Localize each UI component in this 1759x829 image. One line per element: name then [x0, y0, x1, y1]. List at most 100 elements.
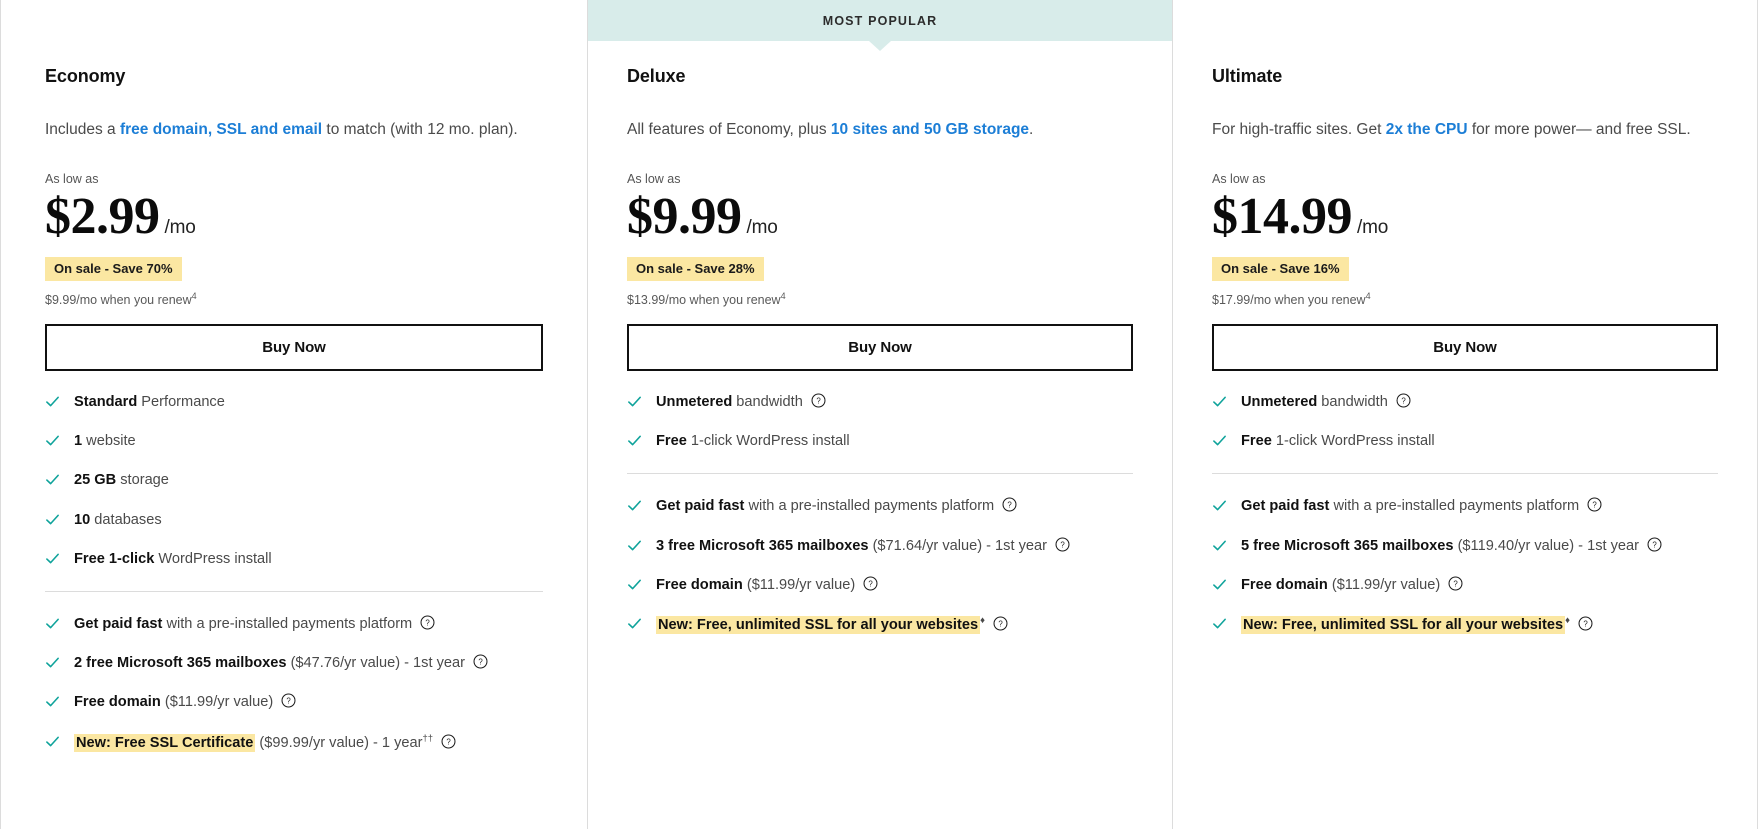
buy-now-button-ultimate[interactable]: Buy Now [1212, 323, 1718, 371]
price-period-economy: /mo [164, 216, 196, 238]
feature-highlight: New: Free, unlimited SSL for all your we… [1241, 615, 1566, 634]
info-circle-icon[interactable]: ? [1448, 576, 1463, 591]
check-icon [1212, 538, 1227, 553]
info-circle-icon[interactable]: ? [1578, 616, 1593, 631]
feature-economy-top-0: Standard Performance [45, 393, 543, 432]
svg-text:?: ? [478, 658, 483, 667]
feature-emphasis: Free domain [74, 694, 161, 711]
feature-list-top-deluxe: Unmetered bandwidth? Free 1-click WordPre… [627, 371, 1133, 471]
feature-highlight: New: Free, unlimited SSL for all your we… [656, 615, 981, 634]
feature-economy-bottom-0: Get paid fast with a pre-installed payme… [45, 615, 543, 654]
check-icon [45, 433, 60, 448]
feature-economy-top-2: 25 GB storage [45, 471, 543, 510]
price-row-economy: $2.99/mo [45, 186, 543, 245]
info-circle-icon[interactable]: ? [1647, 537, 1662, 552]
plan-tagline-link[interactable]: free domain, SSL and email [120, 121, 322, 138]
feature-emphasis: 3 free Microsoft 365 mailboxes [656, 537, 869, 554]
feature-divider-ultimate [1212, 473, 1718, 475]
feature-list-bottom-deluxe: Get paid fast with a pre-installed payme… [627, 497, 1133, 655]
check-icon [45, 394, 60, 409]
feature-emphasis: Unmetered [1241, 393, 1318, 410]
renew-footnote-marker: 4 [1365, 291, 1371, 302]
most-popular-banner: MOST POPULAR [588, 0, 1172, 41]
price-period-deluxe: /mo [746, 216, 778, 238]
svg-text:?: ? [1008, 501, 1013, 510]
feature-emphasis: Free [1241, 433, 1272, 450]
renew-note-deluxe: $13.99/mo when you renew4 [627, 291, 786, 308]
check-icon [45, 512, 60, 527]
feature-highlight: New: Free SSL Certificate [74, 733, 256, 752]
check-icon [1212, 498, 1227, 513]
svg-text:?: ? [816, 397, 821, 406]
feature-ultimate-top-1: Free 1-click WordPress install [1212, 432, 1718, 471]
feature-deluxe-bottom-1: 3 free Microsoft 365 mailboxes ($71.64/y… [627, 537, 1133, 576]
info-circle-icon[interactable]: ? [1396, 393, 1411, 408]
feature-economy-top-1: 1 website [45, 432, 543, 471]
feature-label: Get paid fast with a pre-installed payme… [656, 497, 1017, 515]
as-low-as-label-economy: As low as [45, 172, 99, 187]
svg-text:?: ? [1401, 397, 1406, 406]
feature-emphasis: 2 free Microsoft 365 mailboxes [74, 655, 287, 672]
check-icon [45, 734, 60, 749]
sale-badge-ultimate: On sale - Save 16% [1212, 257, 1349, 282]
buy-now-button-deluxe[interactable]: Buy Now [627, 323, 1133, 371]
check-icon [45, 655, 60, 670]
plan-tagline-economy: Includes a free domain, SSL and email to… [45, 121, 518, 138]
info-circle-icon[interactable]: ? [863, 576, 878, 591]
svg-text:?: ? [287, 697, 292, 706]
feature-label: Get paid fast with a pre-installed payme… [1241, 497, 1602, 515]
feature-emphasis: Get paid fast [74, 615, 163, 632]
info-circle-icon[interactable]: ? [1587, 497, 1602, 512]
feature-label: New: Free SSL Certificate ($99.99/yr val… [74, 733, 456, 752]
info-circle-icon[interactable]: ? [811, 393, 826, 408]
feature-emphasis: Free domain [656, 576, 743, 593]
svg-text:?: ? [998, 620, 1003, 629]
feature-deluxe-top-0: Unmetered bandwidth? [627, 393, 1133, 432]
info-circle-icon[interactable]: ? [473, 654, 488, 669]
feature-label: 3 free Microsoft 365 mailboxes ($71.64/y… [656, 537, 1070, 555]
feature-economy-bottom-3: New: Free SSL Certificate ($99.99/yr val… [45, 733, 543, 773]
feature-emphasis: 5 free Microsoft 365 mailboxes [1241, 537, 1454, 554]
feature-ultimate-top-0: Unmetered bandwidth? [1212, 393, 1718, 432]
as-low-as-label-deluxe: As low as [627, 172, 681, 187]
svg-text:?: ? [869, 579, 874, 588]
pricing-plans-grid: Economy Includes a free domain, SSL and e… [0, 0, 1759, 829]
plan-tagline-deluxe: All features of Economy, plus 10 sites a… [627, 121, 1034, 138]
price-period-ultimate: /mo [1357, 216, 1389, 238]
info-circle-icon[interactable]: ? [420, 615, 435, 630]
info-circle-icon[interactable]: ? [441, 734, 456, 749]
price-amount-deluxe: $9.99 [627, 187, 742, 245]
buy-now-button-economy[interactable]: Buy Now [45, 323, 543, 371]
feature-label: Get paid fast with a pre-installed payme… [74, 615, 435, 633]
info-circle-icon[interactable]: ? [993, 616, 1008, 631]
feature-ultimate-bottom-2: Free domain ($11.99/yr value)? [1212, 576, 1718, 615]
feature-label: Unmetered bandwidth? [656, 393, 826, 411]
plan-tagline-link[interactable]: 10 sites and 50 GB storage [831, 121, 1029, 138]
info-circle-icon[interactable]: ? [281, 693, 296, 708]
feature-label: Free 1-click WordPress install [1241, 433, 1435, 450]
price-row-ultimate: $14.99/mo [1212, 186, 1718, 245]
feature-list-bottom-economy: Get paid fast with a pre-installed payme… [45, 615, 543, 773]
check-icon [627, 577, 642, 592]
feature-label: Free domain ($11.99/yr value)? [1241, 576, 1463, 594]
plan-title-ultimate: Ultimate [1212, 66, 1283, 86]
feature-label: 5 free Microsoft 365 mailboxes ($119.40/… [1241, 537, 1662, 555]
feature-footnote-marker: ♦ [980, 614, 985, 626]
price-amount-ultimate: $14.99 [1212, 187, 1353, 245]
feature-divider-deluxe [627, 473, 1133, 475]
check-icon [45, 616, 60, 631]
svg-text:?: ? [1454, 579, 1459, 588]
renew-footnote-marker: 4 [780, 291, 786, 302]
feature-emphasis: Get paid fast [1241, 498, 1330, 515]
info-circle-icon[interactable]: ? [1002, 497, 1017, 512]
plan-title-economy: Economy [45, 66, 126, 86]
svg-text:?: ? [1652, 540, 1657, 549]
feature-ultimate-bottom-0: Get paid fast with a pre-installed payme… [1212, 497, 1718, 536]
feature-label: Free domain ($11.99/yr value)? [74, 693, 296, 711]
feature-economy-top-3: 10 databases [45, 511, 543, 550]
feature-footnote-marker: ♦ [1565, 614, 1570, 626]
info-circle-icon[interactable]: ? [1055, 537, 1070, 552]
svg-text:?: ? [426, 619, 431, 628]
plan-tagline-link[interactable]: 2x the CPU [1386, 121, 1468, 138]
feature-emphasis: Standard [74, 393, 138, 410]
